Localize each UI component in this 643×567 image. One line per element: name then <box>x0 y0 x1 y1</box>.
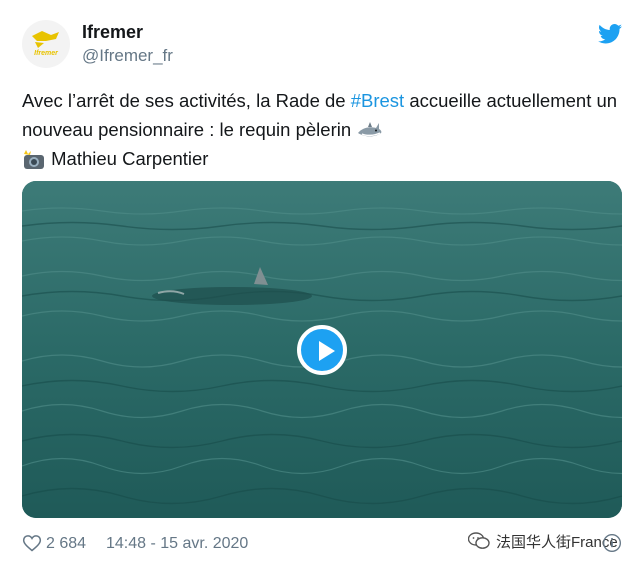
info-icon[interactable] <box>602 533 622 553</box>
hashtag-link[interactable]: #Brest <box>351 90 404 111</box>
tweet-text: Avec l’arrêt de ses activités, la Rade d… <box>22 86 622 173</box>
like-count[interactable]: 2 684 <box>46 535 86 553</box>
wechat-icon <box>468 532 490 549</box>
author-handle[interactable]: @Ifremer_fr <box>82 46 173 66</box>
photo-credit: Mathieu Carpentier <box>46 148 209 169</box>
shark-emoji <box>358 122 382 137</box>
tweet-text-part1: Avec l’arrêt de ses activités, la Rade d… <box>22 90 351 111</box>
logo-text: Ifremer <box>34 50 58 57</box>
video-player[interactable] <box>22 181 622 518</box>
camera-flash-emoji <box>24 150 44 170</box>
twitter-bird-icon[interactable] <box>598 24 622 44</box>
wechat-watermark: 法国华人街France <box>462 528 624 554</box>
play-icon[interactable] <box>297 325 347 375</box>
heart-icon[interactable] <box>22 533 42 553</box>
ifremer-logo <box>32 31 59 48</box>
watermark-text: 法国华人街France <box>496 533 618 551</box>
author-name[interactable]: Ifremer <box>82 22 143 43</box>
tweet-timestamp[interactable]: 14:48 - 15 avr. 2020 <box>106 535 248 553</box>
avatar[interactable]: Ifremer <box>22 20 70 68</box>
